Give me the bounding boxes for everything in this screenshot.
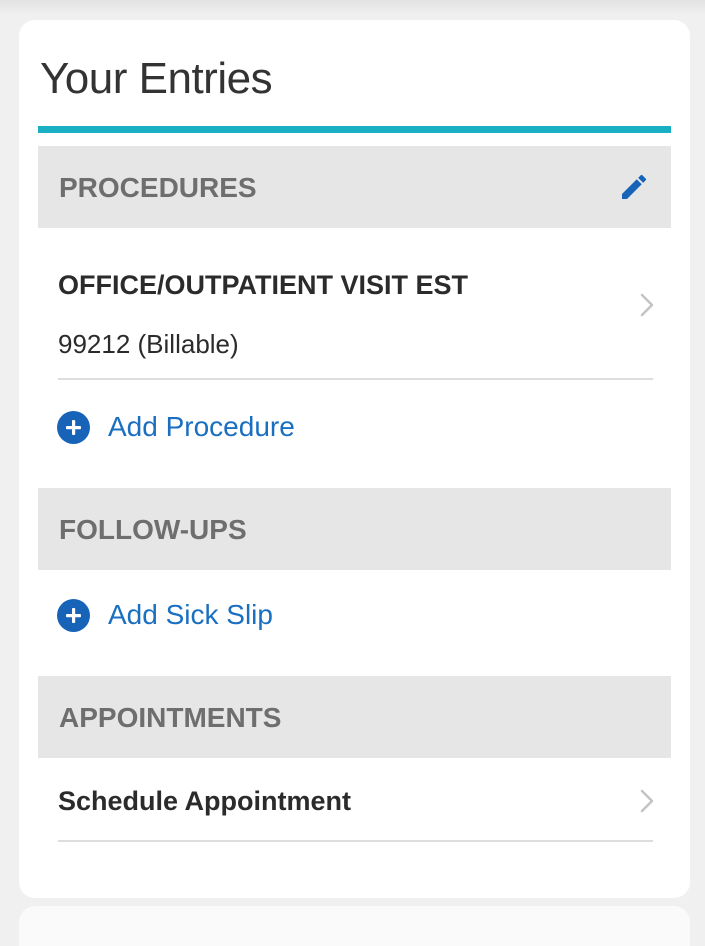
next-card-edge <box>19 906 690 946</box>
add-procedure-button[interactable]: Add Procedure <box>57 410 295 444</box>
divider <box>58 840 653 842</box>
add-sick-slip-label: Add Sick Slip <box>108 599 273 630</box>
edit-procedures-button[interactable] <box>615 168 653 206</box>
follow-ups-section-header: FOLLOW-UPS <box>38 488 671 570</box>
follow-ups-header-label: FOLLOW-UPS <box>59 514 247 545</box>
top-shadow <box>0 0 705 14</box>
procedure-row[interactable]: OFFICE/OUTPATIENT VISIT EST 99212 (Billa… <box>38 250 671 378</box>
procedure-code: 99212 (Billable) <box>58 329 239 359</box>
schedule-appointment-row[interactable]: Schedule Appointment <box>38 760 671 840</box>
procedures-header-label: PROCEDURES <box>59 172 257 203</box>
title-accent-bar <box>38 126 671 133</box>
add-sick-slip-button[interactable]: Add Sick Slip <box>57 598 273 632</box>
procedure-title: OFFICE/OUTPATIENT VISIT EST <box>58 270 469 300</box>
divider <box>58 378 653 380</box>
pencil-icon <box>622 174 647 199</box>
add-procedure-label: Add Procedure <box>108 411 295 442</box>
page-title: Your Entries <box>40 54 273 103</box>
appointments-header-label: APPOINTMENTS <box>59 702 282 733</box>
appointments-section-header: APPOINTMENTS <box>38 676 671 758</box>
plus-circle-icon <box>57 410 90 444</box>
chevron-right-icon <box>640 789 654 813</box>
procedures-section-header: PROCEDURES <box>38 146 671 228</box>
schedule-appointment-label: Schedule Appointment <box>58 786 352 816</box>
chevron-right-icon <box>640 293 654 317</box>
plus-circle-icon <box>57 598 90 632</box>
